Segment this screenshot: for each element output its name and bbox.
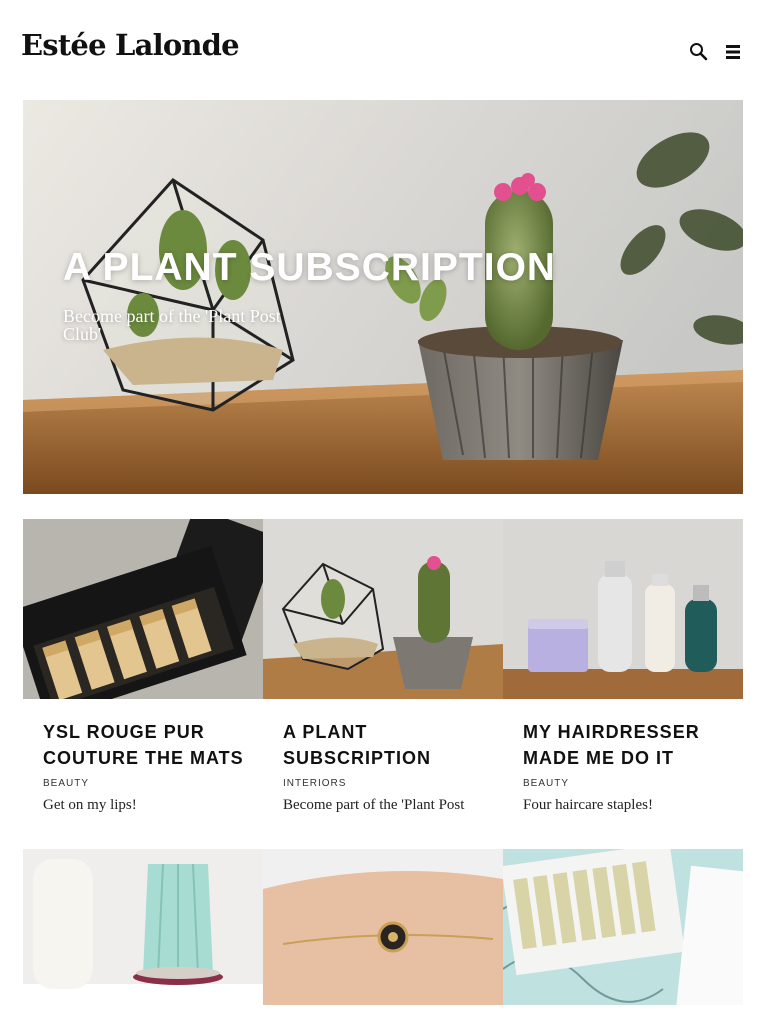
hero-title[interactable]: A PLANT SUBSCRIPTION [63,246,556,290]
article-thumbnail-ysl [23,519,263,699]
article-thumbnail-plant [263,519,503,699]
article-card-plant[interactable]: A PLANT SUBSCRIPTION INTERIORS Become pa… [263,519,503,829]
article-thumbnail-perfume[interactable] [503,849,743,1005]
article-category[interactable]: BEAUTY [523,778,569,789]
article-category[interactable]: BEAUTY [43,778,89,789]
article-title[interactable]: YSL ROUGE PUR COUTURE THE MATS [43,719,253,771]
article-category[interactable]: INTERIORS [283,778,346,789]
menu-button[interactable] [724,43,742,61]
hero-subtitle: Become part of the 'Plant Post Club' [63,306,281,344]
article-thumbnail-vase[interactable] [23,849,263,1005]
hero-image [23,100,743,494]
hamburger-menu-icon [726,45,740,59]
article-title[interactable]: MY HAIRDRESSER MADE ME DO IT [523,719,733,771]
article-thumbnail-bracelet[interactable] [263,849,503,1005]
article-description: Become part of the 'Plant Post [283,797,465,813]
search-button[interactable] [688,41,710,63]
article-thumbnail-hair [503,519,743,699]
article-card-hair[interactable]: MY HAIRDRESSER MADE ME DO IT BEAUTY Four… [503,519,743,829]
article-card-ysl[interactable]: YSL ROUGE PUR COUTURE THE MATS BEAUTY Ge… [23,519,263,829]
search-icon [690,43,708,61]
article-description: Four haircare staples! [523,797,653,813]
site-logo[interactable]: Estée Lalonde [21,27,240,63]
hero-feature[interactable]: A PLANT SUBSCRIPTION Become part of the … [23,100,743,494]
article-description: Get on my lips! [43,797,137,813]
site-header: Estée Lalonde [0,0,768,100]
article-title[interactable]: A PLANT SUBSCRIPTION [283,719,493,771]
